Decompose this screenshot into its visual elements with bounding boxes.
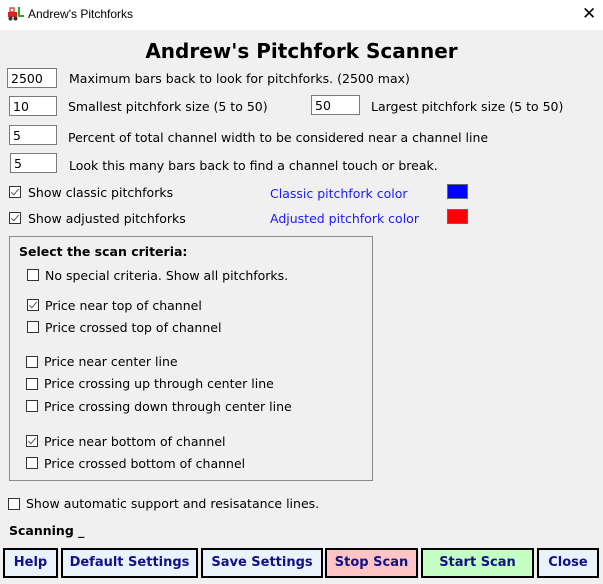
close-button[interactable]: Close [537, 548, 599, 578]
show-adjusted-label: Show adjusted pitchforks [28, 211, 186, 226]
criteria-label-near-bottom: Price near bottom of channel [44, 434, 226, 449]
bars-back-touch-label: Look this many bars back to find a chann… [69, 158, 438, 173]
percent-near-label: Percent of total channel width to be con… [68, 130, 489, 145]
page-title: Andrew's Pitchfork Scanner [145, 39, 458, 63]
largest-size-input[interactable] [311, 95, 360, 115]
default-settings-button[interactable]: Default Settings [61, 548, 198, 578]
forklift-icon [8, 7, 24, 21]
smallest-size-label: Smallest pitchfork size (5 to 50) [68, 99, 268, 114]
criteria-checkbox-near-bottom[interactable] [26, 435, 38, 447]
stop-scan-button[interactable]: Stop Scan [325, 548, 418, 578]
classic-color-swatch[interactable] [447, 184, 468, 199]
smallest-size-input[interactable] [9, 96, 57, 116]
percent-near-input[interactable] [9, 125, 57, 145]
criteria-label-crossing-down-center: Price crossing down through center line [44, 399, 292, 414]
max-bars-input[interactable] [7, 68, 57, 88]
criteria-checkbox-near-center[interactable] [26, 356, 38, 368]
criteria-checkbox-no-special[interactable] [27, 269, 39, 281]
largest-size-label: Largest pitchfork size (5 to 50) [371, 99, 564, 114]
show-adjusted-checkbox[interactable] [9, 212, 21, 224]
criteria-label-crossed-top: Price crossed top of channel [45, 320, 222, 335]
window-title: Andrew's Pitchforks [28, 7, 133, 21]
bars-back-touch-input[interactable] [10, 153, 57, 173]
criteria-checkbox-crossing-down-center[interactable] [26, 400, 38, 412]
criteria-checkbox-crossed-bottom[interactable] [26, 457, 38, 469]
criteria-label-no-special: No special criteria. Show all pitchforks… [45, 268, 289, 283]
show-classic-checkbox[interactable] [9, 186, 21, 198]
scan-criteria-title: Select the scan criteria: [19, 244, 188, 259]
auto-lines-label: Show automatic support and resisatance l… [26, 496, 320, 511]
classic-color-label[interactable]: Classic pitchfork color [270, 186, 408, 201]
save-settings-button[interactable]: Save Settings [201, 548, 323, 578]
criteria-checkbox-crossing-up-center[interactable] [26, 378, 38, 390]
close-icon[interactable]: ✕ [582, 6, 598, 23]
adjusted-color-label[interactable]: Adjusted pitchfork color [270, 211, 419, 226]
auto-lines-checkbox[interactable] [8, 498, 20, 510]
max-bars-label: Maximum bars back to look for pitchforks… [69, 71, 410, 86]
show-classic-label: Show classic pitchforks [28, 185, 174, 200]
criteria-label-near-top: Price near top of channel [45, 298, 202, 313]
criteria-label-near-center: Price near center line [44, 354, 178, 369]
criteria-label-crossed-bottom: Price crossed bottom of channel [44, 456, 246, 471]
help-button[interactable]: Help [3, 548, 58, 578]
criteria-checkbox-crossed-top[interactable] [27, 321, 39, 333]
criteria-checkbox-near-top[interactable] [27, 299, 39, 311]
criteria-label-crossing-up-center: Price crossing up through center line [44, 376, 274, 391]
start-scan-button[interactable]: Start Scan [421, 548, 534, 578]
status-text: Scanning _ [9, 523, 85, 538]
adjusted-color-swatch[interactable] [447, 209, 468, 224]
title-bar: Andrew's Pitchforks ✕ [0, 0, 603, 30]
